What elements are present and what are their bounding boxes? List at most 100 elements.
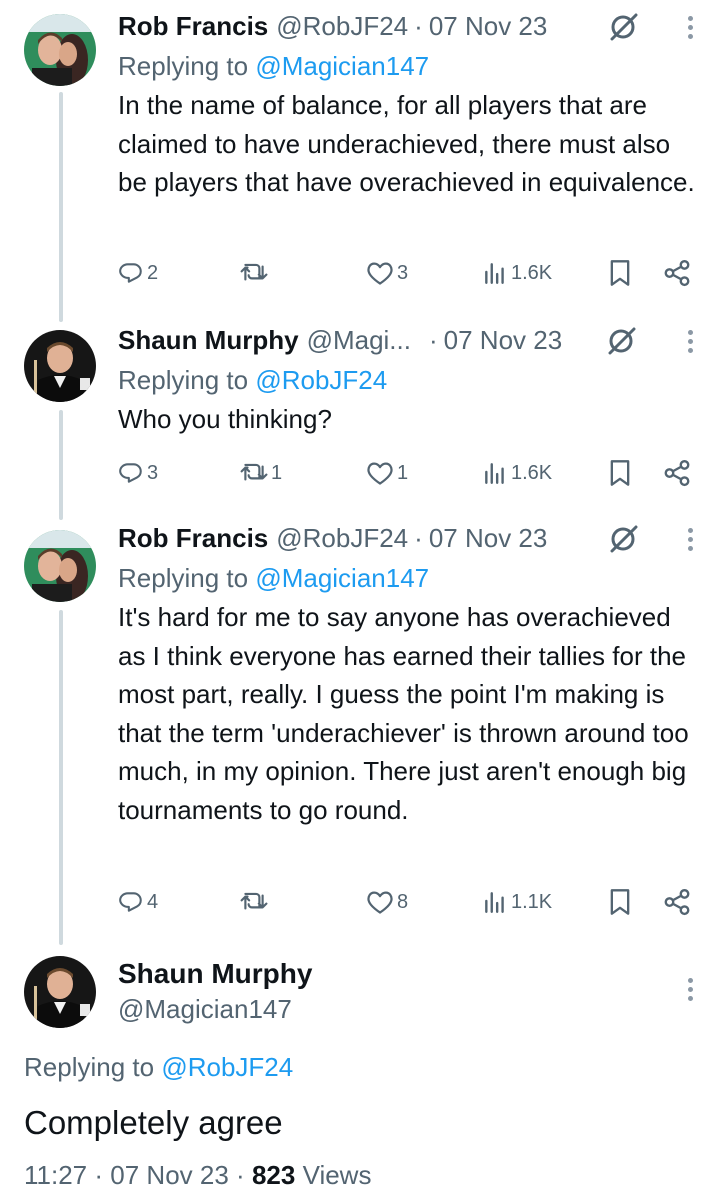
replying-to: Replying to @RobJF24 xyxy=(118,362,700,398)
tweet-date[interactable]: 07 Nov 23 xyxy=(110,1160,229,1190)
more-icon[interactable] xyxy=(680,12,700,42)
tweet-text: Completely agree xyxy=(24,1104,283,1141)
reply-icon xyxy=(119,463,142,483)
author-handle[interactable]: @RobJF24 xyxy=(276,523,408,554)
mention-link[interactable]: @RobJF24 xyxy=(255,365,387,395)
bookmark-button[interactable] xyxy=(608,882,632,922)
author-handle[interactable]: @RobJF24 xyxy=(276,11,408,42)
views-icon xyxy=(485,463,504,484)
share-icon xyxy=(664,259,690,287)
replying-to: Replying to @RobJF24 xyxy=(24,1052,293,1083)
action-bar: 3 1 1 1.6K xyxy=(118,453,700,493)
like-icon xyxy=(367,462,393,485)
views-count: 1.6K xyxy=(511,261,553,284)
grok-icon[interactable] xyxy=(608,522,640,561)
thread-line xyxy=(59,92,63,322)
views-button[interactable]: 1.6K xyxy=(482,253,552,293)
avatar[interactable] xyxy=(24,530,96,602)
tweet-text: It's hard for me to say anyone has overa… xyxy=(118,602,689,825)
avatar-photo xyxy=(24,14,96,86)
like-count: 8 xyxy=(397,890,409,913)
separator-dot: · xyxy=(94,1160,104,1190)
bookmark-icon xyxy=(610,260,630,286)
reply-button[interactable]: 3 xyxy=(118,453,158,493)
tweet-meta: 11:27 · 07 Nov 23 · 823 Views xyxy=(24,1160,371,1191)
avatar-photo xyxy=(24,330,96,402)
replying-prefix: Replying to xyxy=(118,365,249,395)
reply-icon xyxy=(119,892,142,912)
bookmark-icon xyxy=(610,460,630,486)
separator-dot: · xyxy=(414,10,423,41)
retweet-icon xyxy=(240,463,268,481)
views-button[interactable]: 1.6K xyxy=(482,453,552,493)
thread-line xyxy=(59,410,63,520)
mention-link[interactable]: @Magician147 xyxy=(255,563,429,593)
author-name[interactable]: Shaun Murphy xyxy=(118,325,299,356)
views-icon xyxy=(485,263,504,284)
like-icon xyxy=(367,891,393,914)
like-count: 1 xyxy=(397,461,409,484)
mention-link[interactable]: @Magician147 xyxy=(255,51,429,81)
tweet-date[interactable]: 07 Nov 23 xyxy=(429,11,548,42)
more-icon[interactable] xyxy=(680,326,700,356)
views-button[interactable]: 1.1K xyxy=(482,882,552,922)
action-bar: 2 3 1.6K xyxy=(118,253,700,293)
retweet-button[interactable] xyxy=(240,253,271,293)
tweet-time[interactable]: 11:27 xyxy=(24,1160,87,1190)
retweet-count: 1 xyxy=(271,461,283,484)
reply-button[interactable]: 2 xyxy=(118,253,158,293)
more-icon[interactable] xyxy=(680,524,700,554)
grok-icon[interactable] xyxy=(608,10,640,49)
share-icon xyxy=(664,888,690,916)
thread-line xyxy=(59,610,63,945)
author-name[interactable]: Shaun Murphy xyxy=(118,958,700,990)
bookmark-button[interactable] xyxy=(608,253,632,293)
like-count: 3 xyxy=(397,261,409,284)
retweet-button[interactable]: 1 xyxy=(240,453,282,493)
views-count[interactable]: 823 xyxy=(252,1160,295,1190)
like-icon xyxy=(367,262,393,285)
replying-prefix: Replying to xyxy=(24,1052,155,1082)
reply-count: 2 xyxy=(147,261,159,284)
avatar[interactable] xyxy=(24,956,96,1028)
author-name[interactable]: Rob Francis xyxy=(118,11,268,42)
like-button[interactable]: 8 xyxy=(366,882,408,922)
replying-to: Replying to @Magician147 xyxy=(118,560,700,596)
author-handle[interactable]: @Magi... xyxy=(307,325,411,356)
views-icon xyxy=(485,892,504,913)
share-button[interactable] xyxy=(662,882,692,922)
replying-to: Replying to @Magician147 xyxy=(118,48,700,84)
retweet-icon xyxy=(240,263,268,281)
tweet-text: In the name of balance, for all players … xyxy=(118,90,695,197)
reply-count: 4 xyxy=(147,890,159,913)
retweet-icon xyxy=(240,892,268,910)
views-count: 1.6K xyxy=(511,461,553,484)
separator-dot: · xyxy=(414,522,423,553)
separator-dot: · xyxy=(428,324,438,355)
share-button[interactable] xyxy=(662,453,692,493)
share-button[interactable] xyxy=(662,253,692,293)
like-button[interactable]: 1 xyxy=(366,453,408,493)
reply-icon xyxy=(119,263,142,283)
reply-button[interactable]: 4 xyxy=(118,882,158,922)
like-button[interactable]: 3 xyxy=(366,253,408,293)
avatar-photo xyxy=(24,530,96,602)
tweet-date[interactable]: 07 Nov 23 xyxy=(444,325,563,356)
grok-icon[interactable] xyxy=(606,324,638,363)
bookmark-button[interactable] xyxy=(608,453,632,493)
author-handle[interactable]: @Magician147 xyxy=(118,994,700,1025)
separator-dot: · xyxy=(236,1160,245,1190)
more-icon[interactable] xyxy=(680,974,700,1004)
reply-count: 3 xyxy=(147,461,159,484)
avatar-photo xyxy=(24,956,96,1028)
views-count: 1.1K xyxy=(511,890,553,913)
mention-link[interactable]: @RobJF24 xyxy=(161,1052,293,1082)
author-name[interactable]: Rob Francis xyxy=(118,523,268,554)
replying-prefix: Replying to xyxy=(118,51,249,81)
replying-prefix: Replying to xyxy=(118,563,249,593)
retweet-button[interactable] xyxy=(240,882,271,922)
tweet-date[interactable]: 07 Nov 23 xyxy=(429,523,548,554)
views-label: Views xyxy=(302,1160,372,1190)
avatar[interactable] xyxy=(24,330,96,402)
avatar[interactable] xyxy=(24,14,96,86)
